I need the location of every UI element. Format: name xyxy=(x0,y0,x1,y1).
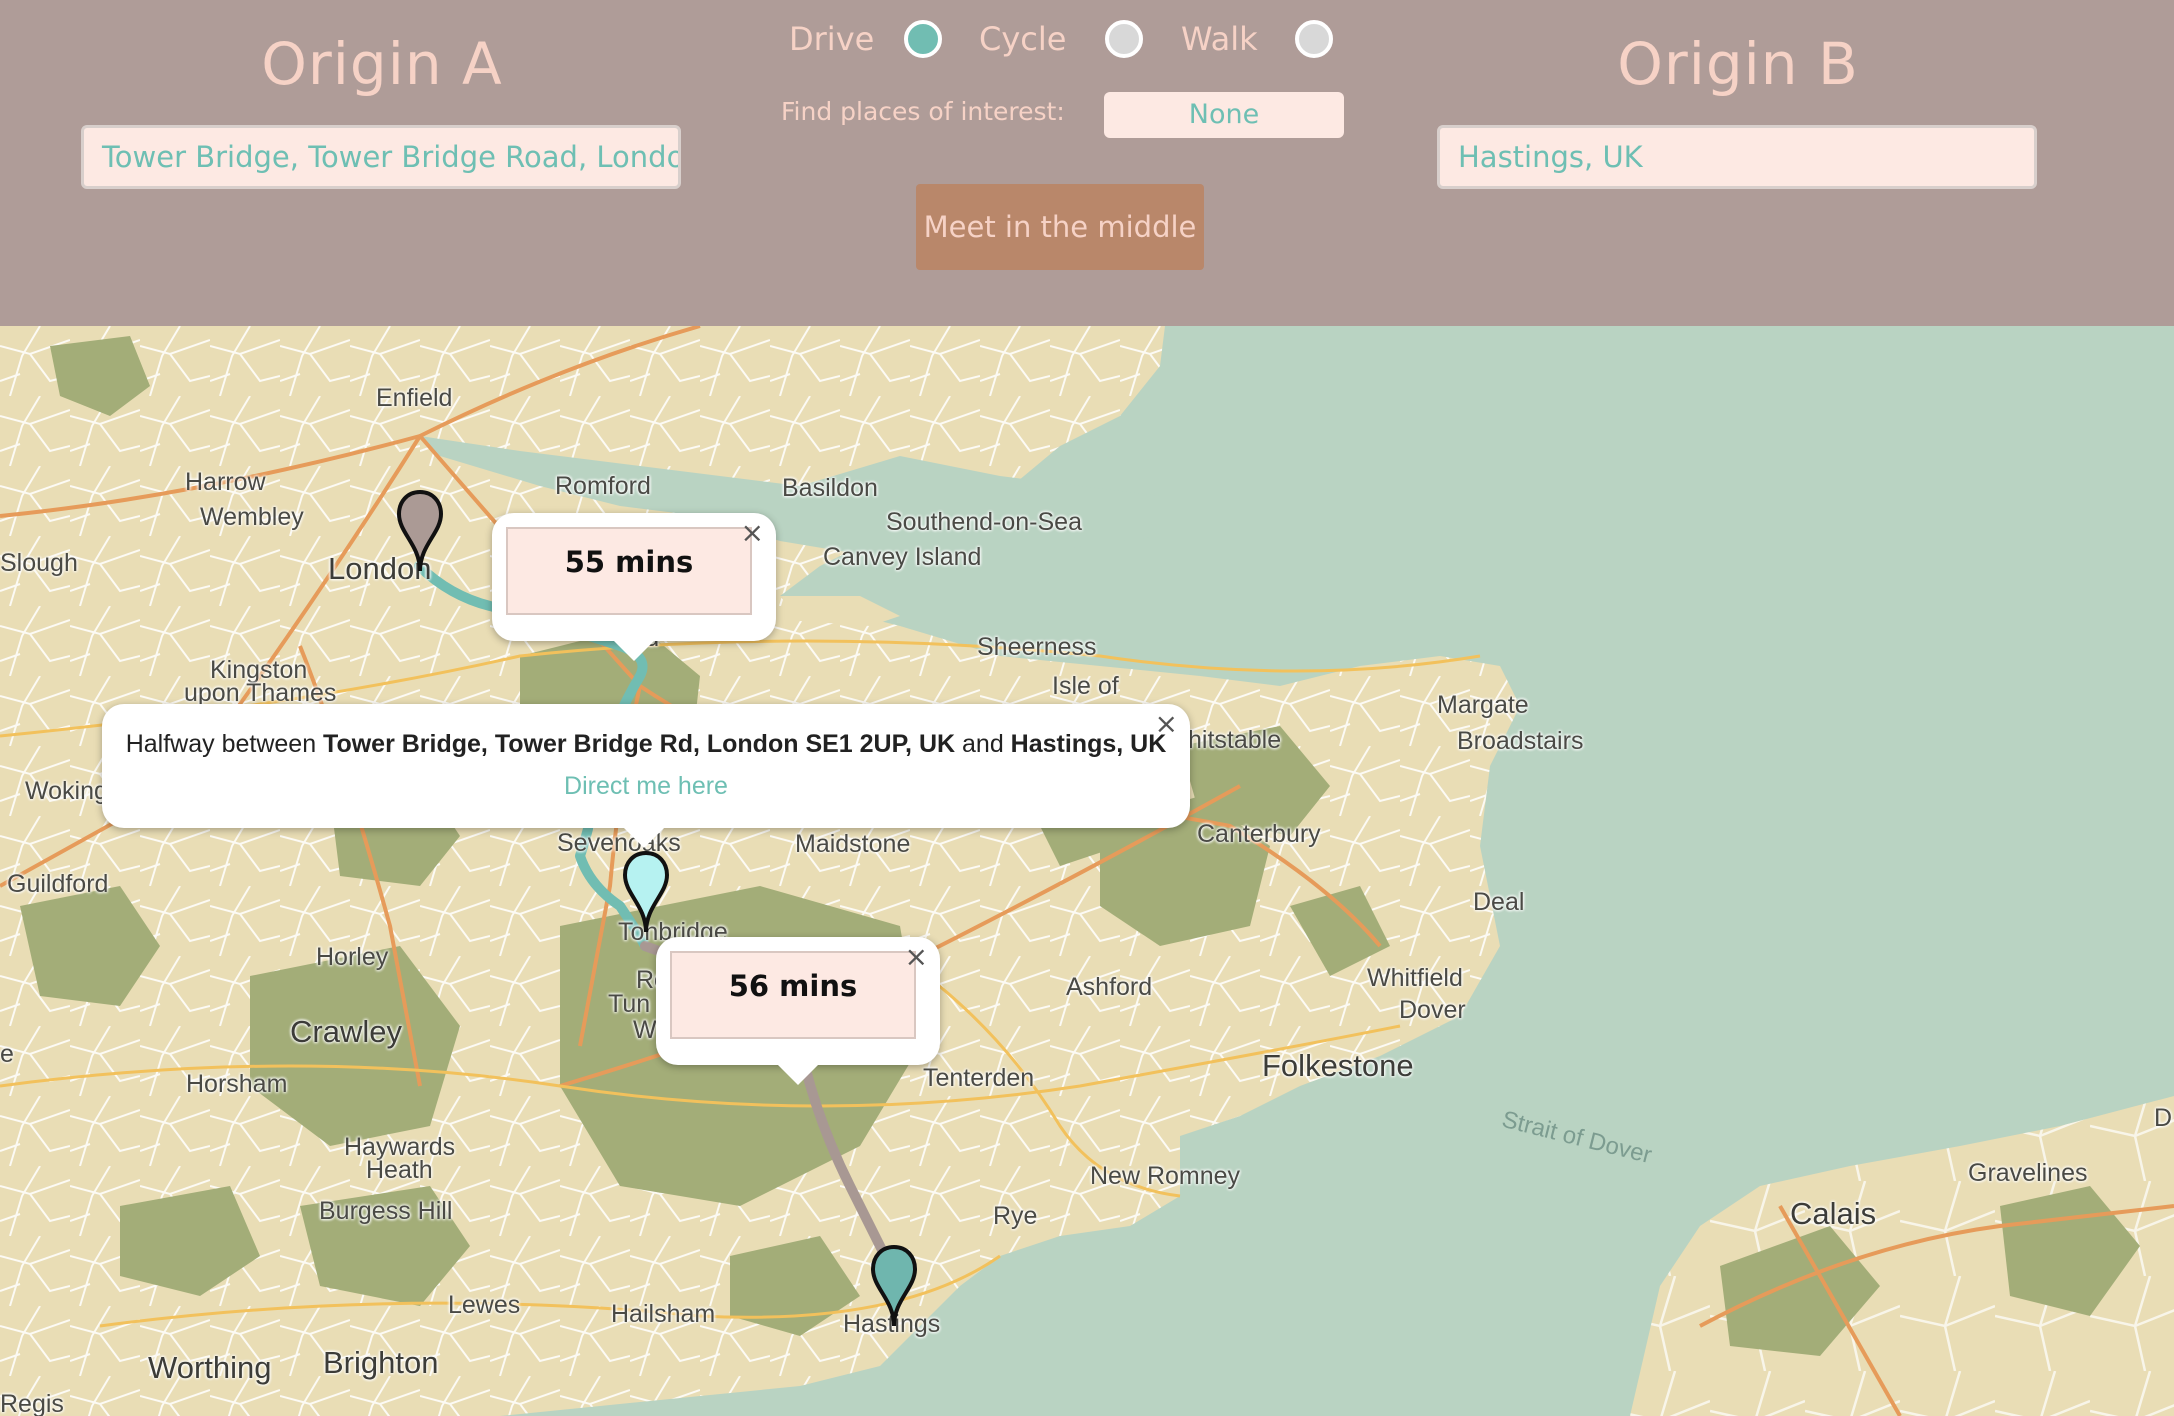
place-label: Gravelines xyxy=(1968,1159,2088,1187)
mode-drive-radio[interactable] xyxy=(904,20,942,58)
search-header: Origin A Tower Bridge, Tower Bridge Road… xyxy=(0,0,2174,326)
close-icon[interactable]: × xyxy=(741,517,764,549)
origin-a-pin-icon[interactable] xyxy=(396,489,444,575)
travel-time: 55 mins xyxy=(506,527,752,615)
place-label: Harrow xyxy=(185,468,266,496)
close-icon[interactable]: × xyxy=(1155,708,1178,740)
place-label: Sheerness xyxy=(977,633,1097,661)
halfway-prefix: Halfway between xyxy=(125,730,324,758)
mode-walk-label[interactable]: Walk xyxy=(1181,20,1258,58)
origin-a-time-popup: 55 mins × xyxy=(492,513,776,661)
halfway-joiner: and xyxy=(955,730,1011,758)
travel-time: 56 mins xyxy=(670,951,916,1039)
mode-cycle-label[interactable]: Cycle xyxy=(979,20,1066,58)
place-label: Worthing xyxy=(148,1350,272,1385)
place-label: Isle of xyxy=(1052,672,1119,700)
place-label: Deal xyxy=(1473,888,1525,916)
place-label: Brighton xyxy=(323,1345,439,1380)
place-label: Canvey Island xyxy=(823,543,982,571)
direct-me-here-link[interactable]: Direct me here xyxy=(102,772,1190,801)
origin-b-title: Origin B xyxy=(1617,30,1859,98)
place-label: Hailsham xyxy=(611,1300,716,1328)
place-label: Calais xyxy=(1790,1196,1877,1231)
place-label: Horley xyxy=(316,943,389,971)
place-label: Rye xyxy=(993,1202,1038,1230)
mode-cycle-radio[interactable] xyxy=(1105,20,1143,58)
map[interactable]: Enfield Harrow Wembley Romford Basildon … xyxy=(0,326,2174,1416)
place-label: Margate xyxy=(1437,691,1529,719)
origin-b-pin-icon[interactable] xyxy=(870,1244,918,1330)
place-label: Ashford xyxy=(1066,973,1153,1001)
place-label: hitstable xyxy=(1188,726,1282,754)
poi-select[interactable]: None xyxy=(1104,92,1344,138)
halfway-origin-a: Tower Bridge, Tower Bridge Rd, London SE… xyxy=(323,730,956,758)
map-tiles xyxy=(0,326,2174,1416)
place-label: Enfield xyxy=(376,384,453,412)
halfway-popup: Halfway between Tower Bridge, Tower Brid… xyxy=(102,704,1190,848)
mode-drive-label[interactable]: Drive xyxy=(789,20,874,58)
close-icon[interactable]: × xyxy=(905,941,928,973)
place-label: Lewes xyxy=(448,1291,521,1319)
place-label: Basildon xyxy=(782,474,878,502)
place-label: e xyxy=(0,1040,14,1068)
halfway-origin-b: Hastings, UK xyxy=(1010,730,1167,758)
popup-tail xyxy=(614,641,654,661)
popup-tail xyxy=(624,828,664,848)
origin-b-input[interactable]: Hastings, UK xyxy=(1437,125,2037,189)
place-label: Romford xyxy=(555,472,651,500)
place-label: Canterbury xyxy=(1197,820,1321,848)
place-label: D xyxy=(2154,1104,2173,1132)
place-label: Folkestone xyxy=(1262,1048,1414,1083)
place-label: Slough xyxy=(0,549,78,577)
place-label: Wembley xyxy=(200,503,304,531)
place-label: Regis xyxy=(0,1390,64,1416)
poi-label: Find places of interest: xyxy=(781,97,1065,126)
place-label: W xyxy=(633,1016,657,1044)
place-label: Whitfield xyxy=(1367,964,1463,992)
place-label: Crawley xyxy=(290,1014,402,1049)
origin-a-input[interactable]: Tower Bridge, Tower Bridge Road, London,… xyxy=(81,125,681,189)
place-label: Tenterden xyxy=(923,1064,1035,1092)
midpoint-pin-icon[interactable] xyxy=(622,850,670,936)
place-label: Broadstairs xyxy=(1457,727,1584,755)
place-label: Guildford xyxy=(7,870,109,898)
place-label: Southend-on-Sea xyxy=(886,508,1082,536)
halfway-description: Halfway between Tower Bridge, Tower Brid… xyxy=(102,730,1190,759)
place-label: Horsham xyxy=(186,1070,288,1098)
place-label: Tun xyxy=(608,990,651,1018)
origin-a-title: Origin A xyxy=(261,30,503,98)
popup-tail xyxy=(778,1065,818,1085)
origin-b-time-popup: 56 mins × xyxy=(656,937,940,1085)
place-label: New Romney xyxy=(1090,1162,1241,1190)
mode-walk-radio[interactable] xyxy=(1295,20,1333,58)
place-label: Woking xyxy=(25,777,108,805)
place-label: Dover xyxy=(1399,996,1466,1024)
place-label: Burgess Hill xyxy=(319,1197,453,1225)
place-label: Heath xyxy=(366,1156,433,1184)
place-label: Maidstone xyxy=(795,830,911,858)
meet-in-the-middle-button[interactable]: Meet in the middle xyxy=(916,184,1204,270)
